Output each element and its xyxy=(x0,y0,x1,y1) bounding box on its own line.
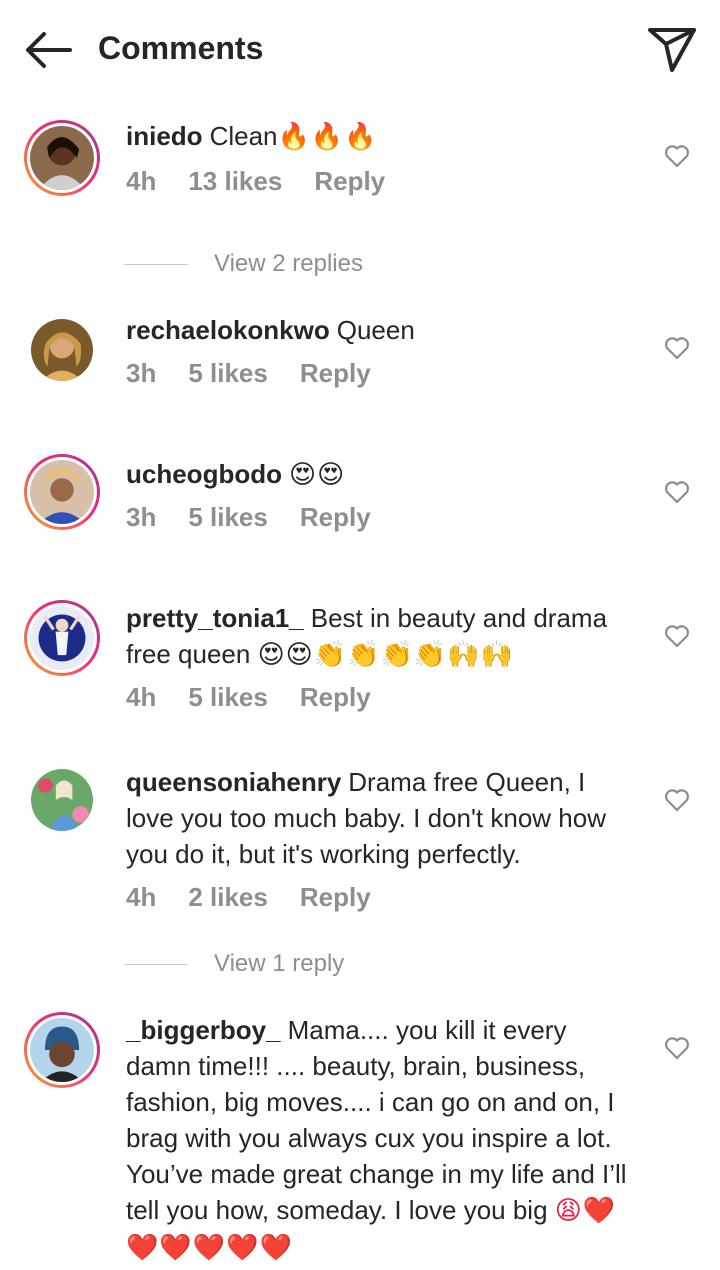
likes-count[interactable]: 13 likes xyxy=(188,166,282,196)
avatar[interactable] xyxy=(24,600,100,676)
avatar[interactable] xyxy=(24,312,100,388)
heart-icon[interactable] xyxy=(664,480,690,504)
likes-count[interactable]: 5 likes xyxy=(188,358,268,388)
heart-icon[interactable] xyxy=(664,1036,690,1060)
comment-text: ucheogbodo 😍😍 xyxy=(126,456,636,493)
page-title: Comments xyxy=(98,30,264,66)
comment-body: Mama.... you kill it every damn time!!! … xyxy=(126,1015,627,1225)
paper-plane-icon xyxy=(648,28,696,72)
heart-icon[interactable] xyxy=(664,624,690,648)
comment-meta: 4h 5 likes Reply xyxy=(126,680,403,714)
username[interactable]: ucheogbodo xyxy=(126,459,282,489)
reply-button[interactable]: Reply xyxy=(300,358,371,388)
comment-text: iniedo Clean🔥🔥🔥 xyxy=(126,118,636,155)
view-replies-label: View 2 replies xyxy=(214,250,363,277)
heart-icon[interactable] xyxy=(664,336,690,360)
avatar[interactable] xyxy=(24,1012,100,1088)
avatar[interactable] xyxy=(24,454,100,530)
arrow-left-icon xyxy=(26,32,72,68)
timestamp: 3h xyxy=(126,502,157,532)
comment-text: rechaelokonkwo Queen xyxy=(126,312,636,348)
share-button[interactable] xyxy=(646,24,698,74)
username[interactable]: _biggerboy_ xyxy=(126,1015,281,1045)
comment-text: queensoniahenry Drama free Queen, I love … xyxy=(126,764,636,872)
timestamp: 4h xyxy=(126,166,157,196)
reply-button[interactable]: Reply xyxy=(314,166,385,196)
likes-count[interactable]: 5 likes xyxy=(188,502,268,532)
avatar[interactable] xyxy=(24,762,100,838)
divider-line xyxy=(124,964,188,965)
reply-button[interactable]: Reply xyxy=(300,502,371,532)
heart-icon[interactable] xyxy=(664,144,690,168)
comment-meta: 3h 5 likes Reply xyxy=(126,356,403,390)
reply-button[interactable]: Reply xyxy=(300,682,371,712)
likes-count[interactable]: 5 likes xyxy=(188,682,268,712)
back-button[interactable] xyxy=(20,26,76,74)
comment-body: Clean xyxy=(209,121,278,151)
comment-emoji: 😍😍👏👏👏👏🙌🙌 xyxy=(257,640,515,670)
timestamp: 3h xyxy=(126,358,157,388)
comment-meta: 3h 5 likes Reply xyxy=(126,500,403,534)
username[interactable]: queensoniahenry xyxy=(126,767,341,797)
timestamp: 4h xyxy=(126,882,157,912)
comment-meta: 4h 13 likes Reply xyxy=(126,164,417,198)
comment-body: Queen xyxy=(336,315,415,345)
avatar[interactable] xyxy=(24,120,100,196)
top-bar: Comments xyxy=(0,0,720,100)
reply-button[interactable]: Reply xyxy=(300,882,371,912)
comment-text: _biggerboy_ Mama.... you kill it every da… xyxy=(126,1012,636,1266)
divider-line xyxy=(124,264,188,265)
heart-icon[interactable] xyxy=(664,788,690,812)
view-replies-label: View 1 reply xyxy=(214,950,345,977)
username[interactable]: iniedo xyxy=(126,121,203,151)
username[interactable]: rechaelokonkwo xyxy=(126,315,330,345)
username[interactable]: pretty_tonia1_ xyxy=(126,603,304,633)
comment-meta: 4h 2 likes Reply xyxy=(126,880,403,914)
comment-emoji: 😍😍 xyxy=(288,460,346,490)
likes-count[interactable]: 2 likes xyxy=(188,882,268,912)
comment-text: pretty_tonia1_ Best in beauty and drama f… xyxy=(126,600,636,673)
timestamp: 4h xyxy=(126,682,157,712)
comment-emoji: 🔥🔥🔥 xyxy=(277,122,378,152)
